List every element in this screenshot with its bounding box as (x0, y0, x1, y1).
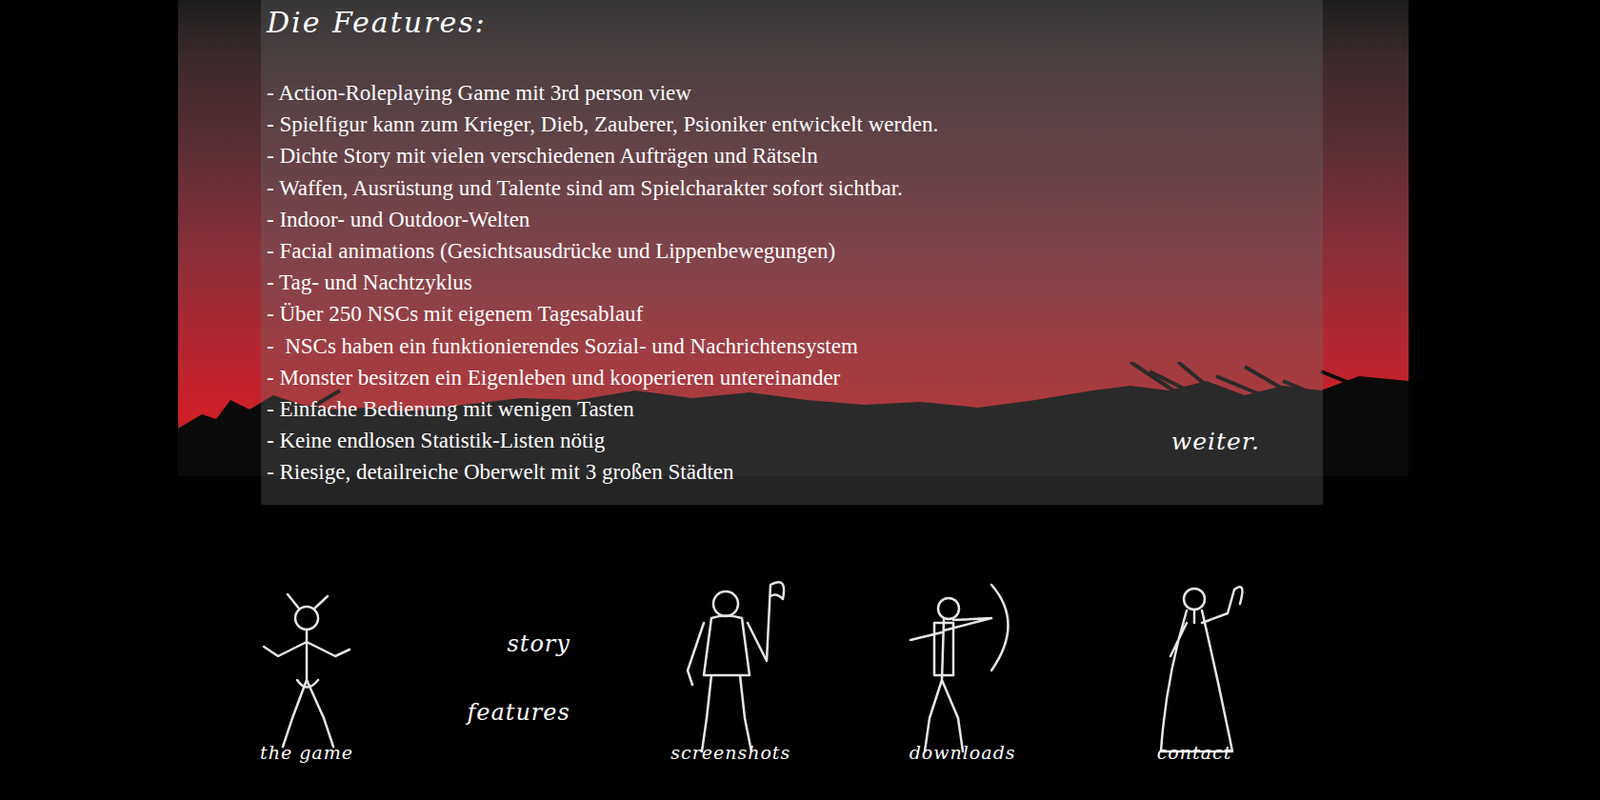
archer-icon (896, 565, 1030, 757)
hero: Die Features: - Action-Roleplaying Game … (178, 0, 1409, 505)
feature-item: - Dichte Story mit vielen verschiedenen … (266, 140, 939, 172)
nav-link[interactable]: the game (260, 739, 354, 767)
feature-item: - Keine endlosen Statistik-Listen nötig (266, 424, 939, 457)
features-panel: Die Features: - Action-Roleplaying Game … (260, 0, 1323, 505)
creature-icon (240, 565, 374, 757)
feature-item: - Monster besitzen ein Eigenleben und ko… (266, 361, 939, 394)
feature-item: - Indoor- und Outdoor-Welten (266, 203, 939, 236)
feature-item: - Einfache Bedienung mit wenigen Tasten (266, 393, 939, 425)
nav-link[interactable]: screenshots (670, 739, 791, 767)
figure-nav-item[interactable]: contact (1122, 565, 1266, 767)
nav-link[interactable]: features (466, 695, 571, 730)
warrior-icon (663, 565, 798, 757)
feature-item: - NSCs haben ein funktionierendes Sozial… (266, 330, 939, 362)
figure-nav-item[interactable]: the game (235, 565, 379, 767)
nav-link[interactable]: contact (1157, 739, 1233, 767)
feature-item: - Spielfigur kann zum Krieger, Dieb, Zau… (266, 108, 939, 140)
nav-link[interactable]: story (506, 626, 570, 661)
next-link[interactable]: weiter. (1171, 423, 1260, 460)
feature-list: - Action-Roleplaying Game mit 3rd person… (266, 77, 939, 489)
page-title: Die Features: (266, 3, 939, 41)
mage-icon (1127, 565, 1261, 757)
feature-item: - Waffen, Ausrüstung und Talente sind am… (266, 172, 939, 204)
nav-link[interactable]: downloads (909, 739, 1017, 767)
figure-nav-item[interactable]: downloads (891, 565, 1035, 767)
feature-item: - Action-Roleplaying Game mit 3rd person… (266, 77, 939, 109)
feature-item: - Riesige, detailreiche Oberwelt mit 3 g… (266, 456, 939, 488)
text-links: story features (466, 626, 571, 730)
figure-navigation: the game story features screenshots download… (178, 527, 1409, 766)
feature-item: - Facial animations (Gesichtsausdrücke u… (266, 235, 939, 267)
feature-item: - Über 250 NSCs mit eigenem Tagesablauf (266, 298, 939, 330)
figure-nav-item[interactable]: screenshots (659, 565, 802, 767)
feature-item: - Tag- und Nachtzyklus (266, 266, 939, 299)
